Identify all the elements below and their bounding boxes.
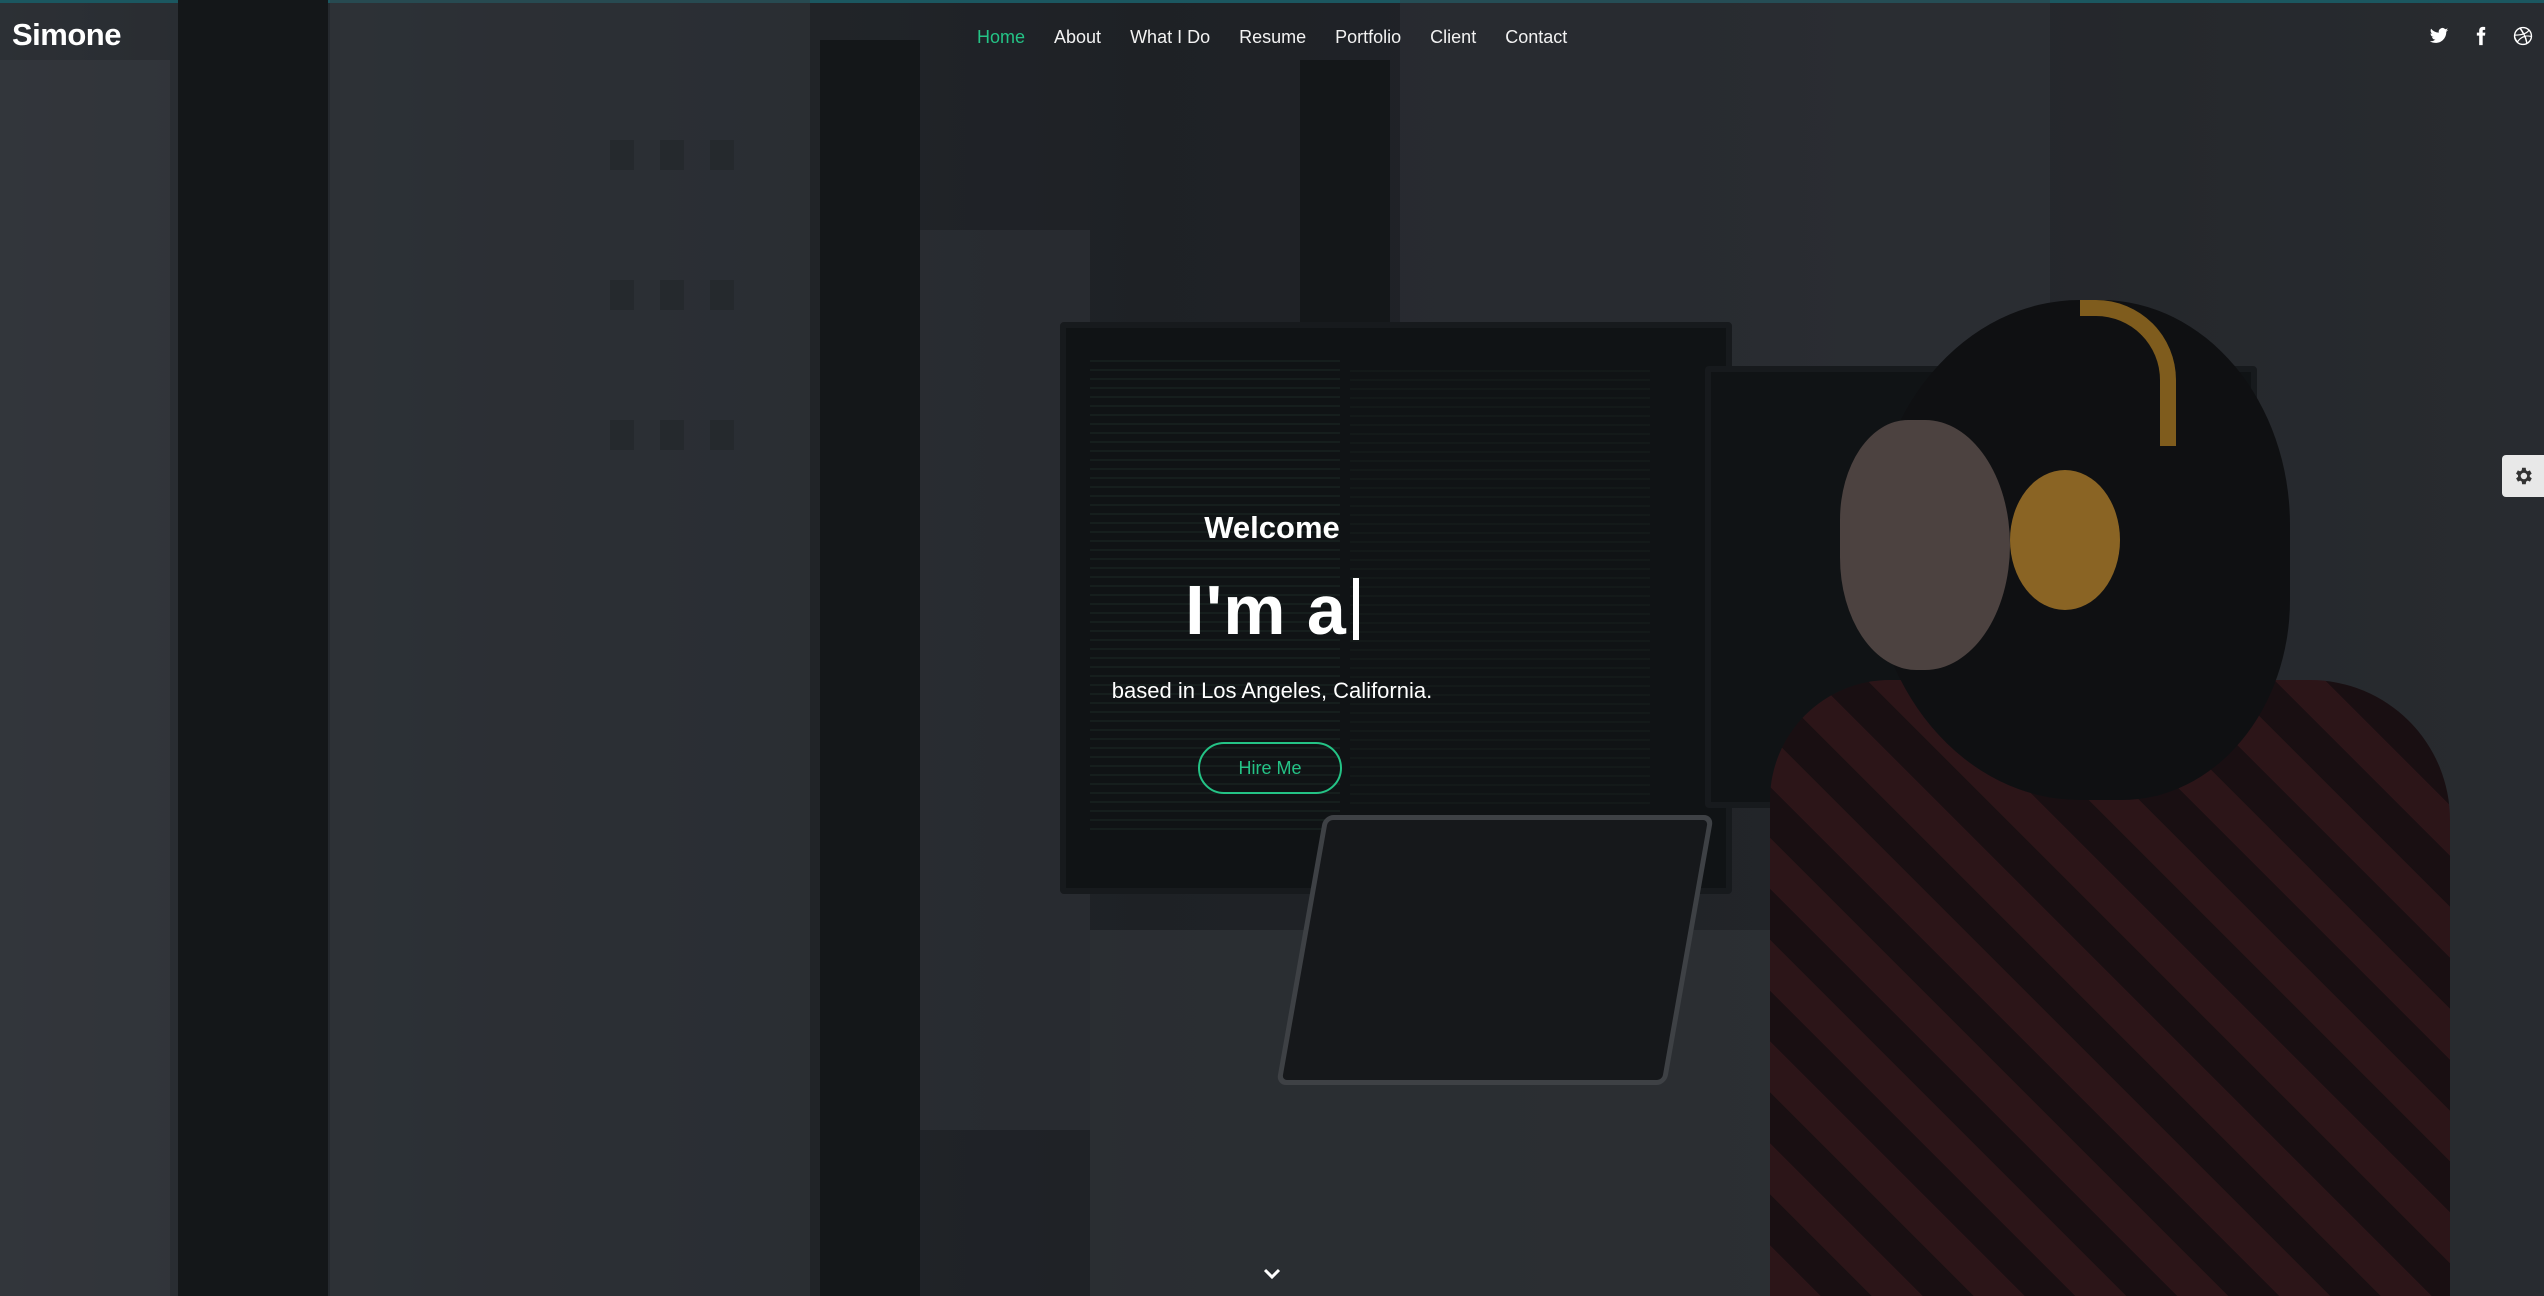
- hire-me-button[interactable]: Hire Me: [1198, 742, 1342, 794]
- hero-welcome: Welcome: [1204, 510, 1340, 545]
- hero-section: Welcome I'm a based in Los Angeles, Cali…: [0, 0, 2544, 1296]
- scroll-down-button[interactable]: [1260, 1262, 1284, 1286]
- hero-headline-text: I'm a: [1185, 571, 1347, 649]
- chevron-down-icon: [1263, 1268, 1281, 1280]
- hero-location: based in Los Angeles, California.: [1111, 678, 1433, 703]
- typing-cursor: [1352, 578, 1359, 640]
- page: Simone Home About What I Do Resume Portf…: [0, 0, 2544, 1296]
- hero-headline: I'm a: [0, 570, 2544, 650]
